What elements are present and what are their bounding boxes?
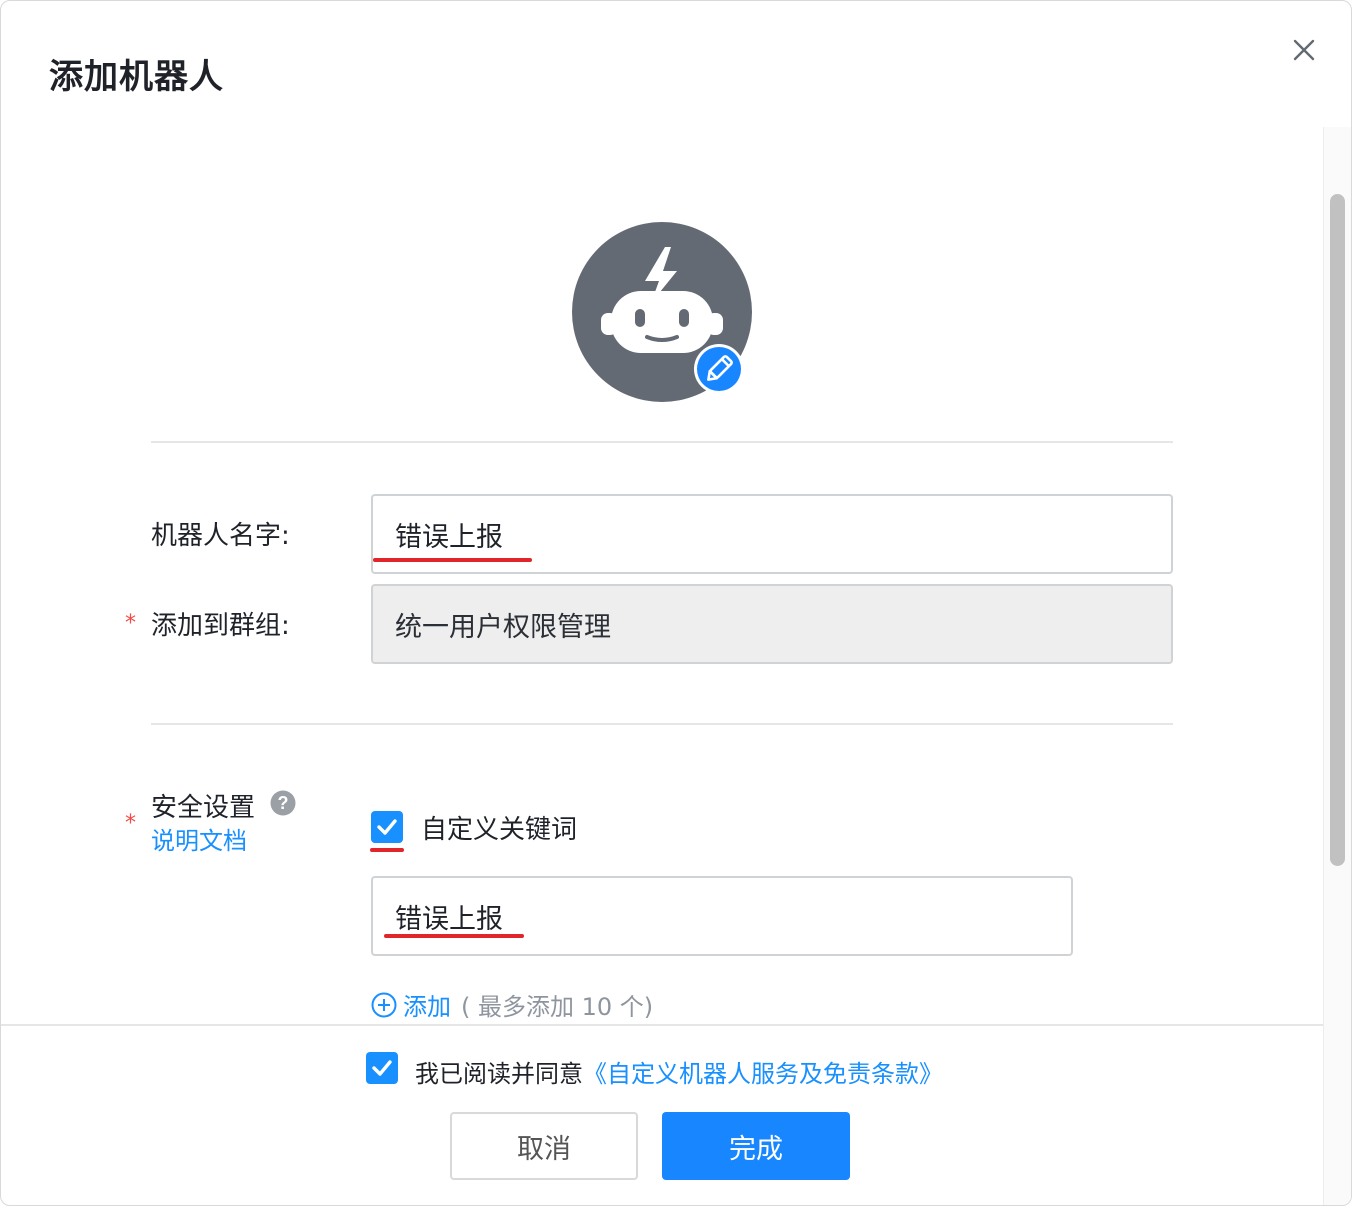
add-keyword-button[interactable]: 添加 <box>371 987 451 1022</box>
robot-name-value: 错误上报 <box>395 521 503 553</box>
annotation-underline <box>373 558 532 562</box>
keyword-input[interactable]: 错误上报 <box>371 876 1073 956</box>
agree-prefix: 我已阅读并同意 <box>415 1060 583 1088</box>
required-mark: * <box>125 811 136 836</box>
close-button[interactable] <box>1287 33 1321 67</box>
done-button[interactable]: 完成 <box>662 1112 850 1180</box>
group-label: 添加到群组: <box>151 611 290 641</box>
pencil-icon <box>694 344 744 394</box>
doc-link[interactable]: 说明文档 <box>151 821 247 856</box>
keyword-value: 错误上报 <box>395 903 503 935</box>
add-robot-dialog: 添加机器人 机器人名字: 错误上报 * 添加到群组: 统一用户权限管理 * 安全… <box>0 0 1352 1206</box>
annotation-underline <box>370 848 404 852</box>
check-icon <box>372 1060 392 1076</box>
scrollbar-thumb[interactable] <box>1330 194 1345 866</box>
svg-text:?: ? <box>278 793 289 813</box>
help-icon[interactable]: ? <box>270 790 296 816</box>
agree-text: 我已阅读并同意《自定义机器人服务及免责条款》 <box>415 1054 943 1089</box>
add-keyword-row: 添加 ( 最多添加 10 个) <box>371 987 653 1022</box>
security-label: 安全设置 <box>151 793 256 823</box>
divider <box>151 723 1173 725</box>
keyword-option-label: 自定义关键词 <box>421 815 578 845</box>
group-input: 统一用户权限管理 <box>371 584 1173 664</box>
add-keyword-label: 添加 <box>403 993 451 1021</box>
add-keyword-hint: ( 最多添加 10 个) <box>461 993 654 1021</box>
keyword-checkbox[interactable] <box>371 811 403 843</box>
plus-circle-icon <box>371 992 397 1017</box>
annotation-underline <box>384 934 524 938</box>
group-value: 统一用户权限管理 <box>395 611 611 643</box>
robot-name-input[interactable]: 错误上报 <box>371 494 1173 574</box>
terms-link[interactable]: 《自定义机器人服务及免责条款》 <box>583 1060 943 1088</box>
footer-divider <box>1 1024 1323 1026</box>
divider <box>151 441 1173 443</box>
edit-avatar-button[interactable] <box>693 343 745 395</box>
dialog-title: 添加机器人 <box>49 57 224 97</box>
cancel-button[interactable]: 取消 <box>450 1112 638 1180</box>
close-icon <box>1293 39 1315 61</box>
check-icon <box>377 819 397 835</box>
robot-name-label: 机器人名字: <box>151 521 290 551</box>
required-mark: * <box>125 611 136 636</box>
agree-checkbox[interactable] <box>366 1052 398 1084</box>
